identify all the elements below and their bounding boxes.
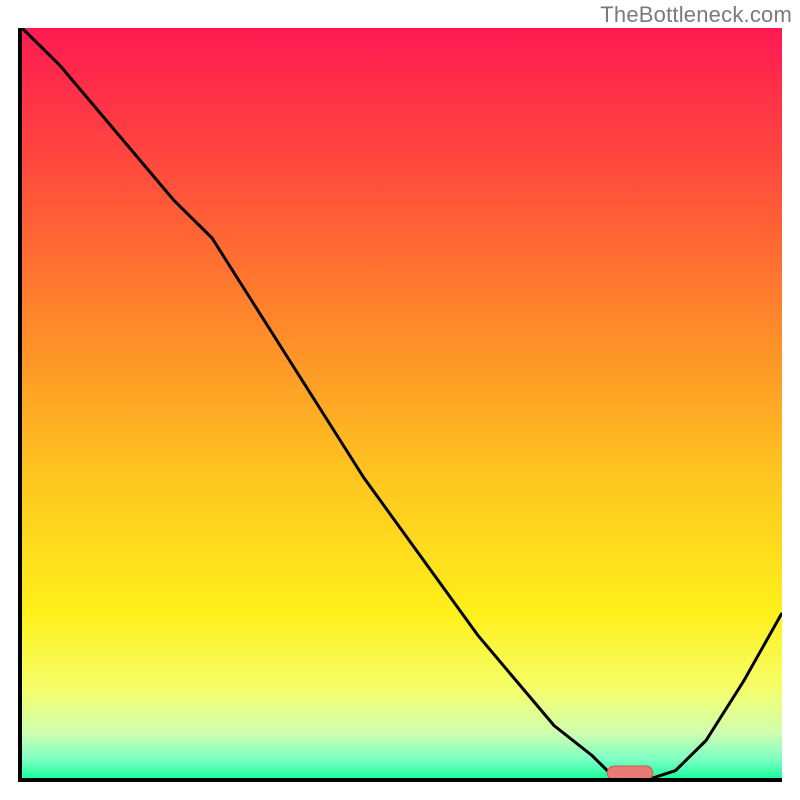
gradient-background (22, 28, 782, 778)
chart-container: TheBottleneck.com (0, 0, 800, 800)
bottleneck-chart (22, 28, 782, 778)
optimal-marker (607, 766, 653, 778)
watermark-text: TheBottleneck.com (600, 2, 792, 28)
